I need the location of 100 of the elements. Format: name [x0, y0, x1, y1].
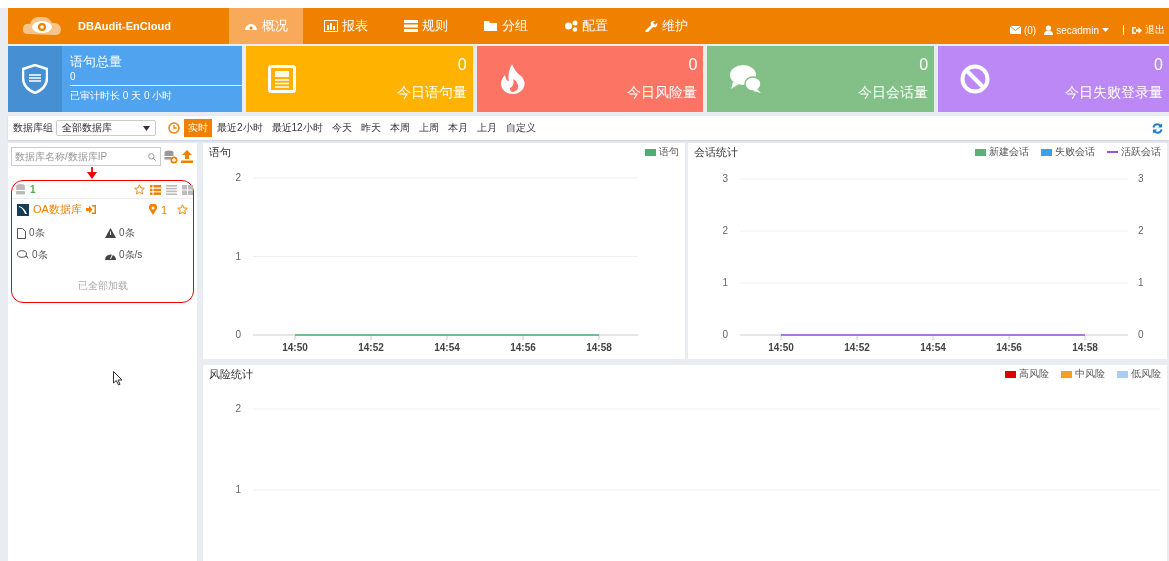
stat-label: 今日失败登录量 [1065, 84, 1163, 102]
summary-title: 语句总量 [70, 53, 123, 71]
y-tick-label: 1 [722, 277, 729, 288]
flame-icon [498, 64, 527, 94]
stat-value: 0 [1154, 56, 1163, 74]
nav-tab[interactable]: 规则 [389, 8, 463, 44]
upload-icon[interactable] [181, 150, 193, 163]
y-tick-label: 1 [235, 250, 242, 262]
sign-out-icon [1132, 25, 1142, 35]
y-tick-label: 1 [235, 484, 242, 495]
throughput-rate: 0条/s [119, 248, 143, 262]
refresh-icon[interactable] [1152, 122, 1163, 134]
legend-item: 语句 [645, 145, 679, 159]
time-range-button[interactable]: 本周 [385, 119, 414, 137]
stat-label: 今日会话量 [858, 84, 929, 102]
time-range-button[interactable]: 本月 [443, 119, 472, 137]
session-count: 0条 [32, 248, 48, 262]
search-icon [148, 150, 156, 163]
server-rack-icon [404, 20, 418, 32]
login-icon[interactable] [85, 205, 96, 214]
time-range-button[interactable]: 上周 [414, 119, 443, 137]
user-menu[interactable]: secadmin [1044, 24, 1109, 36]
time-range-button[interactable]: 自定义 [501, 119, 540, 137]
annotation-arrow [87, 167, 97, 179]
logout-link[interactable]: 退出 [1132, 23, 1165, 37]
database-group-select[interactable]: 全部数据库 [56, 120, 156, 136]
stat-label: 今日风险量 [627, 84, 698, 102]
nav-tab[interactable]: 配置 [549, 8, 623, 44]
search-field[interactable]: 数据库名称/数据库IP [11, 147, 161, 166]
x-tick-label: 14:52 [844, 342, 871, 353]
location-pin-icon [148, 204, 157, 215]
y-tick-label: 2 [235, 172, 242, 183]
star-icon[interactable] [177, 204, 188, 215]
document-icon [267, 65, 296, 93]
chart-title: 风险统计 [209, 366, 253, 382]
chat-icon [17, 250, 29, 260]
messages-link[interactable]: (0) [1009, 24, 1037, 36]
stat-value: 0 [919, 56, 929, 74]
audit-duration: 已审计时长 0 天 0 小时 [70, 89, 174, 103]
wrench-icon [644, 20, 658, 32]
risk-bar-chart: 1 2 [203, 387, 1163, 537]
add-database-icon[interactable] [164, 149, 178, 164]
star-icon[interactable] [134, 184, 145, 195]
chat-bubbles-icon [729, 64, 764, 94]
chart-title: 语句 [209, 144, 231, 160]
clock-icon [168, 122, 180, 134]
stat-label: 今日语句量 [396, 84, 467, 102]
x-tick-label: 14:50 [282, 342, 309, 353]
summary-value: 0 [70, 71, 242, 86]
stat-value: 0 [688, 56, 698, 74]
database-name-link[interactable]: OA数据库 [33, 202, 82, 217]
nav-tab[interactable]: 报表 [309, 8, 383, 44]
nav-tab[interactable]: 维护 [629, 8, 703, 44]
list-view-icon[interactable] [166, 184, 177, 195]
user-icon [1044, 25, 1054, 35]
statement-count: 0条 [29, 226, 45, 240]
y-tick-label: 2 [722, 225, 729, 236]
database-count: 1 [30, 184, 36, 195]
warning-icon [105, 228, 116, 238]
x-tick-label: 14:54 [920, 342, 947, 353]
document-icon [17, 227, 26, 239]
eye-cloud-logo-icon [22, 14, 62, 38]
database-logo-icon [17, 203, 29, 216]
stat-value: 0 [457, 56, 467, 74]
x-tick-label: 14:58 [1072, 342, 1099, 353]
nav-tab[interactable]: 概况 [229, 8, 303, 44]
y-tick-label: 0 [235, 329, 242, 340]
legend-item: 中风险 [1061, 367, 1105, 381]
folder-icon [484, 20, 498, 32]
time-range-button[interactable]: 最近12小时 [267, 119, 327, 137]
time-range-button[interactable]: 实时 [184, 119, 212, 137]
legend-item: 高风险 [1005, 367, 1049, 381]
caret-icon [1102, 28, 1109, 32]
legend-item: 活跃会话 [1107, 145, 1161, 159]
legend-item: 新建会话 [975, 145, 1029, 159]
time-range-button[interactable]: 上月 [472, 119, 501, 137]
database-group-label: 数据库组 [13, 121, 53, 135]
time-range-button[interactable]: 最近2小时 [213, 119, 267, 137]
grid-view-icon[interactable] [182, 184, 193, 195]
x-tick-label: 14:56 [510, 342, 537, 353]
y-tick-label: 3 [722, 173, 729, 184]
y-tick-label: 0 [722, 329, 729, 340]
time-range-button[interactable]: 昨天 [356, 119, 385, 137]
list-view-icon[interactable] [150, 184, 161, 195]
ban-icon [960, 64, 991, 94]
x-tick-label: 14:54 [434, 342, 461, 353]
caret-icon [143, 125, 150, 131]
x-tick-label: 14:56 [996, 342, 1023, 353]
shield-icon [22, 64, 48, 94]
time-range-button[interactable]: 今天 [327, 119, 356, 137]
y-tick-label: 2 [235, 403, 242, 414]
envelope-icon [1009, 26, 1021, 34]
nav-tab[interactable]: 分组 [469, 8, 543, 44]
mouse-cursor-icon [113, 371, 123, 386]
risk-count: 0条 [119, 226, 135, 240]
x-tick-label: 14:50 [768, 342, 795, 353]
all-loaded-text: 已全部加载 [76, 279, 129, 293]
legend-item: 失败会话 [1041, 145, 1095, 159]
bar-chart-icon [324, 20, 338, 32]
app-title: DBAudit-EnCloud [78, 20, 171, 32]
